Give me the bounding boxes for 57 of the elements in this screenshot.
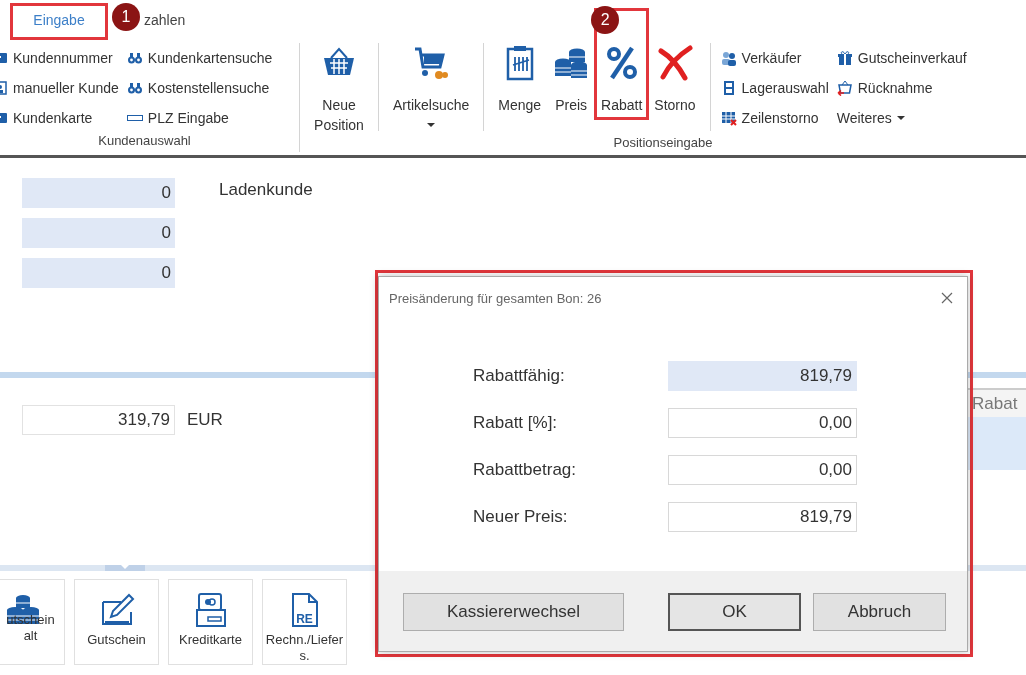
step-badge: 1 <box>112 3 140 31</box>
dialog-button[interactable]: Abbruch <box>813 593 946 631</box>
splitter-handle[interactable] <box>105 565 145 571</box>
ribbon-item[interactable]: PLZ Eingabe <box>126 103 273 133</box>
number-field[interactable]: 0 <box>22 258 175 288</box>
ribbon-button[interactable]: Artikelsuche <box>389 43 474 135</box>
icon-label: RE <box>295 612 314 626</box>
close-icon[interactable] <box>941 292 953 304</box>
field-label: Rabattfähig: <box>473 366 566 386</box>
gift-icon <box>836 50 853 66</box>
payment-tile[interactable]: Kreditkarte <box>168 579 253 665</box>
ribbon-item[interactable]: Weiteres <box>836 103 967 133</box>
field-label: Rabattbetrag: <box>473 460 577 480</box>
payment-tile[interactable]: utschein alt <box>0 579 65 665</box>
ribbon-item[interactable]: Zeilenstorno <box>720 103 829 133</box>
ribbon-item[interactable]: Verkäufer <box>720 43 829 73</box>
ribbon-button[interactable]: Storno <box>650 43 700 135</box>
binoculars-icon <box>126 80 143 96</box>
ribbon-item[interactable]: Lagerauswahl <box>720 73 829 103</box>
currency-label: EUR <box>187 410 223 430</box>
ribbon-button[interactable]: Menge <box>494 43 546 135</box>
dialog-button[interactable]: OK <box>668 593 801 631</box>
group-label: Positionseingabe <box>612 135 714 152</box>
group-label: Kundenauswahl <box>97 133 192 150</box>
return-icon <box>836 80 853 96</box>
number-field[interactable]: 0 <box>22 218 175 248</box>
total-field[interactable]: 319,79 <box>22 405 175 435</box>
payment-tile[interactable]: RE Rechn./Liefers. <box>262 579 347 665</box>
ribbon-item[interactable]: Gutscheinverkauf <box>836 43 967 73</box>
ribbon-item[interactable]: manueller Kunde <box>0 73 119 103</box>
number-field[interactable]: 0 <box>22 178 175 208</box>
ribbon-button[interactable]: Neue Position <box>310 43 368 135</box>
customer-name: Ladenkunde <box>219 180 313 201</box>
field-label: Neuer Preis: <box>473 507 569 527</box>
amount-field[interactable]: 0,00 <box>668 455 857 485</box>
amount-field[interactable]: 819,79 <box>668 502 857 532</box>
amount-field[interactable]: 0,00 <box>668 408 857 438</box>
caret-icon <box>121 565 129 570</box>
binoculars-icon <box>126 50 143 66</box>
amount-field[interactable]: 819,79 <box>668 361 857 391</box>
ribbon-item[interactable]: Kostenstellensuche <box>126 73 273 103</box>
payment-tile[interactable]: Gutschein <box>74 579 159 665</box>
ribbon-button[interactable]: Rabatt <box>597 43 647 135</box>
table-delete-icon <box>720 110 737 126</box>
cross-icon <box>656 45 693 81</box>
ribbon-item[interactable]: Rücknahme <box>836 73 967 103</box>
people-icon <box>720 50 737 66</box>
field-label: Rabatt [%]: <box>473 413 559 433</box>
ribbon-tab[interactable]: Eingabe <box>10 0 108 40</box>
ribbon-item[interactable]: Kundennummer <box>0 43 119 73</box>
dialog-title: Preisänderung für gesamten Bon: 26 <box>389 290 602 306</box>
column-header: Rabat <box>968 390 1026 417</box>
cart-icon <box>413 45 450 81</box>
ribbon-button[interactable]: Preis <box>549 43 594 135</box>
dialog-button[interactable]: Kassiererwechsel <box>403 593 624 631</box>
ribbon-item[interactable]: Kundenkartensuche <box>126 43 273 73</box>
ribbon-item[interactable]: Kundenkarte <box>0 103 119 133</box>
